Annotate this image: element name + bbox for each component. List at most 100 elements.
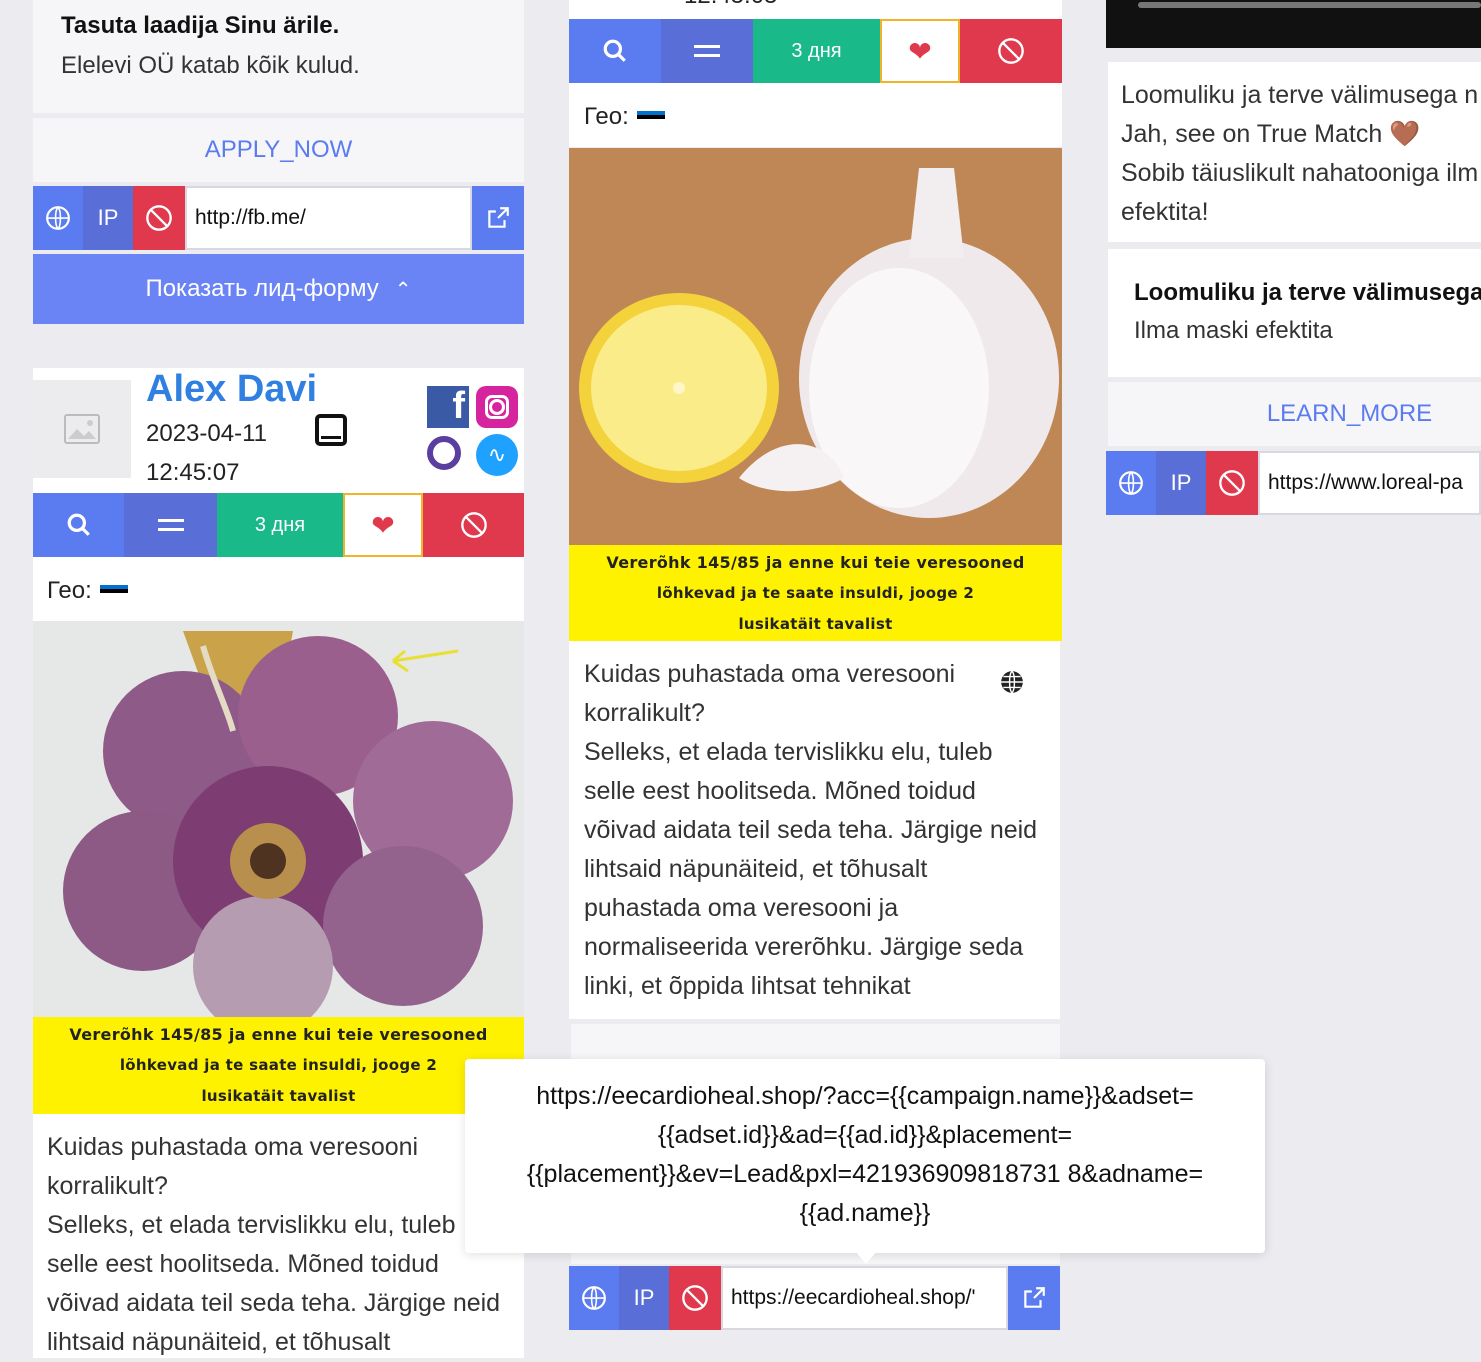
globe-button[interactable] xyxy=(1106,451,1156,515)
compare-button[interactable] xyxy=(124,493,217,557)
ip-label: IP xyxy=(97,205,119,230)
geo-label: Гео: xyxy=(47,577,92,604)
ad-body-text: Kuidas puhastada oma veresooni korraliku… xyxy=(47,1128,517,1362)
block-button[interactable] xyxy=(960,19,1062,83)
globe-button[interactable] xyxy=(33,186,83,250)
favorite-button[interactable]: ❤ xyxy=(343,493,423,557)
cta-apply-now[interactable]: APPLY_NOW xyxy=(33,118,524,182)
ban-icon xyxy=(682,1285,708,1311)
image-placeholder-icon xyxy=(64,414,100,444)
text-line: puhastada oma veresooni ja xyxy=(584,894,899,922)
ip-button[interactable]: IP xyxy=(83,186,133,250)
search-icon xyxy=(603,39,626,62)
text-line: korralikult? xyxy=(47,1172,168,1200)
cta-label: APPLY_NOW xyxy=(204,136,353,163)
ban-icon xyxy=(460,512,487,538)
caption-line: Vererõhk 145/85 ja enne kui teie veresoo… xyxy=(606,552,1025,572)
block-button[interactable] xyxy=(1206,451,1258,515)
ip-label: IP xyxy=(633,1285,655,1310)
tooltip-line: {{placement}}&ev=Lead&pxl=42193690981873… xyxy=(526,1160,1204,1188)
url-field[interactable]: https://www.loreal-pa xyxy=(1258,451,1481,515)
text-line: normaliseerida vererõhku. Järgige seda xyxy=(584,933,1024,961)
post-time: 12:45:07 xyxy=(146,459,240,486)
block-button[interactable] xyxy=(669,1266,721,1330)
messenger-icon: ∿ xyxy=(476,434,518,476)
text-line: lihtsaid näpunäiteid, et tõhusalt xyxy=(584,855,928,883)
post-header: Alex Davi 2023-04-11 12:45:07 f ∿ xyxy=(33,368,524,493)
external-link-icon xyxy=(1024,1287,1045,1308)
post-toolbar: 3 дня ❤ xyxy=(33,493,524,557)
open-link-button[interactable] xyxy=(472,186,524,250)
ad-headline: Loomuliku ja terve välimusega xyxy=(1134,279,1481,306)
caption-line: lõhkevad ja te saate insuldi, jooge 2 xyxy=(656,583,975,602)
globe-icon xyxy=(46,206,70,230)
compare-button[interactable] xyxy=(661,19,753,83)
leadform-label: Показать лид-форму xyxy=(145,275,379,302)
geo-row: Гео: xyxy=(569,83,1062,147)
text-line: Jah, see on True Match 🤎 xyxy=(1121,120,1421,148)
post-header-partial: 12:45:05 xyxy=(569,0,1062,19)
text-line: Kuidas puhastada oma veresooni xyxy=(584,660,956,688)
heart-icon: ❤ xyxy=(908,35,932,67)
url-tooltip: https://eecardioheal.shop/?acc={{campaig… xyxy=(465,1059,1265,1253)
ban-icon xyxy=(1219,470,1245,496)
video-progress-bar[interactable] xyxy=(1138,2,1481,8)
days-active-badge: 3 дня xyxy=(217,493,343,557)
tooltip-line: {{adset.id}}&ad={{ad.id}}&placement= xyxy=(657,1121,1073,1149)
search-button[interactable] xyxy=(569,19,661,83)
url-text: https://eecardioheal.shop/' xyxy=(731,1286,976,1309)
ban-icon xyxy=(998,38,1024,64)
favorite-button[interactable]: ❤ xyxy=(880,19,960,83)
search-button[interactable] xyxy=(33,493,124,557)
ad-description: Ilma maski efektita xyxy=(1134,317,1333,344)
ip-button[interactable]: IP xyxy=(619,1266,669,1330)
equals-icon xyxy=(694,45,720,57)
ad-text-block: Loomuliku ja terve välimusega n Jah, see… xyxy=(1108,62,1481,242)
caption-line: lusikatäit tavalist xyxy=(201,1087,356,1105)
text-line: selle eest hoolitseda. Mõned toidud xyxy=(47,1250,439,1278)
ad-card-top: Tasuta laadija Sinu ärile. Elelevi OÜ ka… xyxy=(33,0,524,113)
ad-image-caption: Vererõhk 145/85 ja enne kui teie veresoo… xyxy=(33,1017,524,1114)
days-label: 3 дня xyxy=(791,39,842,62)
block-button[interactable] xyxy=(133,186,185,250)
ad-text-block: Kuidas puhastada oma veresooni korraliku… xyxy=(33,1114,524,1358)
author-name[interactable]: Alex Davi xyxy=(146,368,317,411)
url-bar: IP https://eecardioheal.shop/' xyxy=(569,1266,1060,1330)
url-field[interactable]: https://eecardioheal.shop/' xyxy=(721,1266,1008,1330)
text-line: Selleks, et elada tervislikku elu, tuleb xyxy=(47,1211,456,1239)
search-icon xyxy=(67,513,90,536)
ad-text-block: Kuidas puhastada oma veresooni korraliku… xyxy=(569,641,1060,1019)
cta-label: LEARN_MORE xyxy=(1266,400,1433,427)
caption-line: lusikatäit tavalist xyxy=(738,614,893,633)
text-line: Loomuliku ja terve välimusega n xyxy=(1121,81,1479,109)
open-link-button[interactable] xyxy=(1008,1266,1060,1330)
days-active-badge: 3 дня xyxy=(753,19,880,83)
show-leadform-button[interactable]: Показать лид-форму ⌃ xyxy=(33,254,524,324)
block-button[interactable] xyxy=(423,493,524,557)
url-bar: IP https://www.loreal-pa xyxy=(1106,451,1481,515)
ad-card-headline: Loomuliku ja terve välimusega Ilma maski… xyxy=(1108,249,1481,377)
text-line: linki, et õppida lihtsat tehnikat xyxy=(584,972,911,1000)
ad-image xyxy=(33,621,524,1017)
text-line: korralikult? xyxy=(584,699,705,727)
video-player[interactable] xyxy=(1106,0,1481,48)
geo-label: Гео: xyxy=(584,103,629,130)
facebook-icon: f xyxy=(427,386,469,428)
url-field[interactable]: http://fb.me/ xyxy=(185,186,472,250)
globe-icon xyxy=(582,1286,606,1310)
ad-image-caption: Vererõhk 145/85 ja enne kui teie veresoo… xyxy=(569,545,1062,641)
tooltip-line: {{ad.name}} xyxy=(799,1199,931,1227)
cta-learn-more[interactable]: LEARN_MORE xyxy=(1108,382,1481,446)
geo-row: Гео: xyxy=(33,557,524,621)
ban-icon xyxy=(146,205,172,231)
ad-body-text: Kuidas puhastada oma veresooni korraliku… xyxy=(584,655,1054,1006)
chevron-up-icon: ⌃ xyxy=(394,278,412,301)
caption-line: Vererõhk 145/85 ja enne kui teie veresoo… xyxy=(69,1025,488,1044)
text-line: selle eest hoolitseda. Mõned toidud xyxy=(584,777,976,805)
translate-globe-icon[interactable] xyxy=(999,669,1025,700)
url-text: http://fb.me/ xyxy=(195,206,306,229)
text-line: efektita! xyxy=(1121,198,1209,226)
equals-icon xyxy=(157,519,184,531)
ip-button[interactable]: IP xyxy=(1156,451,1206,515)
globe-button[interactable] xyxy=(569,1266,619,1330)
